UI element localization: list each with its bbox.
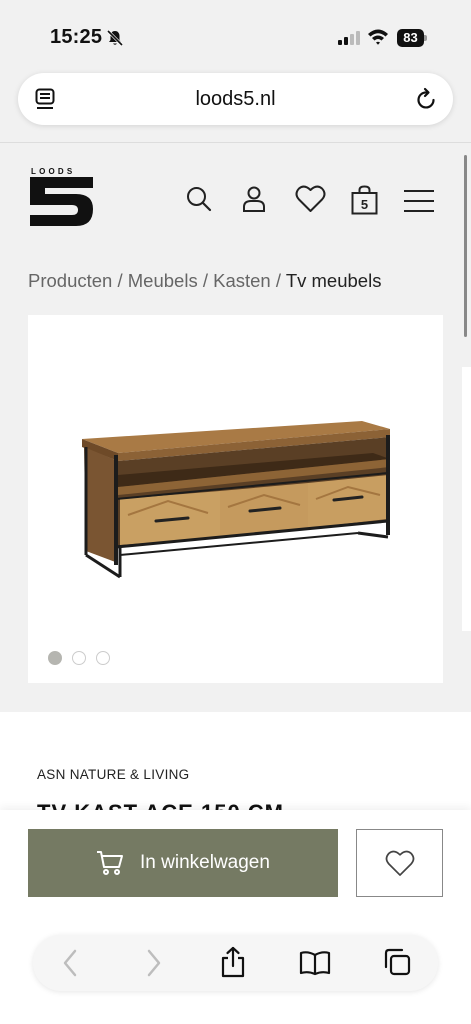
svg-text:LOODS: LOODS bbox=[31, 167, 75, 176]
heart-icon[interactable] bbox=[295, 185, 326, 213]
status-bar: 15:25 83 bbox=[0, 0, 471, 70]
sticky-action-bar: In winkelwagen bbox=[0, 810, 471, 1024]
breadcrumb-link-meubels[interactable]: Meubels bbox=[128, 270, 198, 291]
gallery-dot[interactable] bbox=[72, 651, 86, 665]
wifi-icon bbox=[368, 29, 388, 45]
breadcrumb: Producten / Meubels / Kasten / Tv meubel… bbox=[28, 270, 381, 292]
search-icon[interactable] bbox=[185, 185, 213, 213]
share-icon[interactable] bbox=[220, 946, 246, 978]
loods5-logo[interactable]: LOODS bbox=[30, 167, 94, 229]
tabs-icon[interactable] bbox=[383, 948, 411, 976]
account-icon[interactable] bbox=[242, 185, 266, 213]
breadcrumb-separator: / bbox=[202, 270, 208, 291]
gallery-dot[interactable] bbox=[48, 651, 62, 665]
product-image[interactable] bbox=[28, 315, 443, 645]
heart-icon bbox=[385, 850, 414, 876]
battery-icon: 83 bbox=[397, 29, 427, 47]
back-icon[interactable] bbox=[61, 948, 79, 978]
product-brand[interactable]: ASN NATURE & LIVING bbox=[37, 767, 189, 782]
add-to-cart-button[interactable]: In winkelwagen bbox=[28, 829, 338, 897]
next-image-peek[interactable] bbox=[462, 367, 471, 631]
breadcrumb-current: Tv meubels bbox=[285, 270, 382, 291]
battery-level: 83 bbox=[397, 29, 424, 47]
bag-badge: 5 bbox=[361, 197, 368, 212]
breadcrumb-separator: / bbox=[117, 270, 123, 291]
wishlist-button[interactable] bbox=[356, 829, 443, 897]
breadcrumb-link-producten[interactable]: Producten bbox=[28, 270, 112, 291]
product-page: LOODS 5 Producten / Meubels / Kasten / T… bbox=[0, 155, 471, 710]
add-to-cart-label: In winkelwagen bbox=[140, 852, 270, 873]
status-time: 15:25 bbox=[50, 26, 103, 48]
breadcrumb-link-kasten[interactable]: Kasten bbox=[213, 270, 271, 291]
cart-icon bbox=[97, 851, 124, 875]
reload-icon[interactable] bbox=[416, 87, 438, 111]
gallery-dots bbox=[48, 651, 110, 665]
menu-icon[interactable] bbox=[404, 189, 434, 213]
breadcrumb-separator: / bbox=[275, 270, 282, 291]
divider bbox=[0, 142, 471, 143]
product-image-gallery[interactable] bbox=[28, 315, 443, 683]
bell-slash-icon bbox=[106, 29, 124, 47]
browser-toolbar bbox=[33, 935, 438, 991]
forward-icon[interactable] bbox=[145, 948, 163, 978]
scrollbar[interactable] bbox=[464, 155, 467, 337]
signal-icon bbox=[338, 31, 360, 45]
address-bar[interactable]: loods5.nl bbox=[18, 73, 453, 125]
gallery-dot[interactable] bbox=[96, 651, 110, 665]
bag-icon[interactable]: 5 bbox=[351, 185, 378, 215]
url-text[interactable]: loods5.nl bbox=[18, 88, 453, 111]
bookmarks-icon[interactable] bbox=[299, 950, 331, 976]
